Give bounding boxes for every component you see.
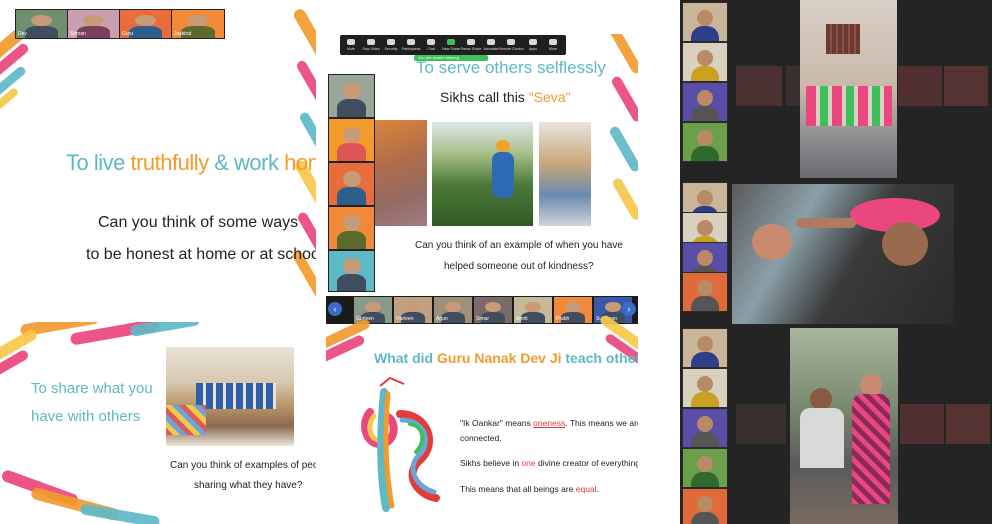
slide-question-line1: Can you think of an example of when you … <box>415 240 623 251</box>
participant-video-tile[interactable]: Guru <box>120 10 171 38</box>
participant-video-tile[interactable] <box>682 272 728 312</box>
shield-icon <box>387 39 395 45</box>
slide-subtitle: Sikhs call this "Seva" <box>440 89 571 105</box>
pause-icon <box>467 39 475 45</box>
brush-stripe-decoration <box>607 34 638 75</box>
brush-stripe-decoration <box>129 322 201 337</box>
participant-strip: Gurleen Harleen Arjun Simar Amrit Prabh … <box>326 296 638 324</box>
apps-icon <box>529 39 537 45</box>
slide-question-line1: Can you think of some ways <box>98 214 299 231</box>
microphone-icon <box>347 39 355 45</box>
blurred-window-area <box>900 404 944 444</box>
blurred-window-area <box>946 404 990 444</box>
blurred-window-area <box>898 66 942 106</box>
teaching-line3: This means that all beings are equal. <box>460 484 599 494</box>
participant-video-tile[interactable] <box>329 75 374 117</box>
participant-video-tile[interactable] <box>682 82 728 122</box>
participant-video-tile[interactable]: Simar <box>474 297 512 323</box>
participant-video-tile[interactable] <box>682 2 728 42</box>
slide-question-line1: Can you think of examples of people <box>170 460 316 471</box>
seva-photo-garden <box>432 122 533 226</box>
cursor-icon <box>507 39 515 45</box>
participant-video-tile[interactable]: Arjun <box>434 297 472 323</box>
participant-video-tile[interactable]: Simran <box>68 10 119 38</box>
slide-question-line2: to be honest at home or at school? <box>86 246 316 263</box>
slide-title-line1: To share what you <box>31 380 153 397</box>
sharing-photo-volunteers <box>166 347 294 446</box>
more-icon <box>549 39 557 45</box>
teaching-line1: "Ik Oankar" means oneness. This means we… <box>460 418 638 428</box>
gallery-section <box>680 326 992 524</box>
share-icon <box>447 39 455 45</box>
people-icon <box>407 39 415 45</box>
slide-question-line2: sharing what they have? <box>194 480 303 491</box>
children-photo <box>800 0 897 178</box>
participant-video-tile[interactable] <box>682 368 728 408</box>
teaching-line1b: connected. <box>460 433 502 443</box>
participant-strip <box>328 74 375 292</box>
participant-video-tile[interactable] <box>682 448 728 488</box>
teaching-line2: Sikhs believe in one divine creator of e… <box>460 458 638 468</box>
slide-sharing: To share what you have with others Can y… <box>0 322 316 524</box>
blurred-window-area <box>944 66 988 106</box>
seva-photo-langar <box>539 122 591 226</box>
slide-title: To live truthfully & work honestly <box>66 150 316 175</box>
pen-icon <box>487 39 495 45</box>
participant-video-tile[interactable] <box>682 328 728 368</box>
camera-icon <box>367 39 375 45</box>
participant-video-tile[interactable] <box>329 251 374 291</box>
slide-seva: Mute Stop Video Security Participants Ch… <box>328 34 638 292</box>
participant-video-tile[interactable] <box>329 119 374 161</box>
brush-stripe-decoration <box>291 7 316 65</box>
participant-video-tile[interactable] <box>329 163 374 205</box>
blurred-window-area <box>736 404 786 444</box>
participant-video-tile[interactable]: Dev <box>16 10 67 38</box>
meeting-toolbar: Mute Stop Video Security Participants Ch… <box>340 35 566 55</box>
more-button[interactable]: More <box>544 38 562 52</box>
brush-stripe-decoration <box>608 124 638 174</box>
brush-stripe-decoration <box>610 74 638 124</box>
slide-title: To serve others selflessly <box>416 58 606 77</box>
ik-oankar-symbol <box>361 376 440 512</box>
participant-video-tile[interactable]: Amrit <box>514 297 552 323</box>
participant-video-tile[interactable] <box>329 207 374 249</box>
blurred-window-area <box>736 66 782 106</box>
participant-video-tile[interactable] <box>682 408 728 448</box>
participant-video-tile[interactable] <box>682 42 728 82</box>
participant-strip: Dev Simran Guru Jaskirat <box>15 9 225 39</box>
participant-video-tile[interactable]: Prabh <box>554 297 592 323</box>
brush-stripe-decoration <box>295 59 316 111</box>
child-giving-photo <box>790 328 898 524</box>
slide-honesty: Dev Simran Guru Jaskirat To live truthfu… <box>0 0 316 318</box>
gallery-view-panel <box>680 0 992 524</box>
brush-stripe-decoration <box>611 176 638 222</box>
next-page-arrow[interactable]: › <box>622 302 636 316</box>
participant-video-tile[interactable] <box>682 122 728 162</box>
seva-photo-group <box>375 120 427 226</box>
slide-question-line2: helped someone out of kindness? <box>444 261 594 272</box>
chat-icon <box>427 39 435 45</box>
participant-video-tile[interactable] <box>682 488 728 524</box>
slide-title: What did Guru Nanak Dev Ji teach others? <box>374 350 638 366</box>
gallery-section <box>680 0 992 178</box>
slide-guru-nanak: Gurleen Harleen Arjun Simar Amrit Prabh … <box>326 296 638 524</box>
previous-page-arrow[interactable]: ‹ <box>328 302 342 316</box>
sharing-food-photo <box>732 184 954 324</box>
slide-title-line2: have with others <box>31 408 141 425</box>
brush-stripe-decoration <box>79 503 161 524</box>
participant-video-tile[interactable]: Jaskirat <box>172 10 224 38</box>
participant-video-tile[interactable]: Gurleen <box>354 297 392 323</box>
participant-video-tile[interactable]: Harleen <box>394 297 432 323</box>
gallery-section <box>680 180 992 324</box>
